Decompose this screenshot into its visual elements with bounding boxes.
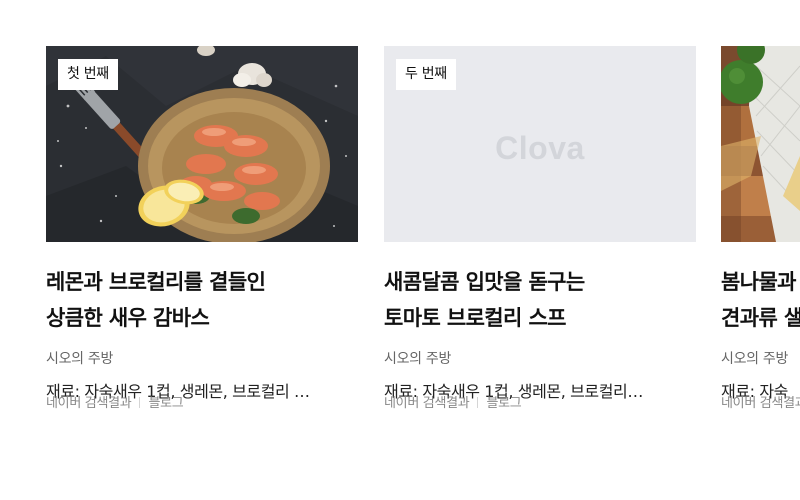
clova-logo: Clova (495, 130, 585, 166)
recipe-source[interactable]: 시오의 주방 (384, 350, 696, 368)
recipe-card-2[interactable]: Clova 두 번째 새콤달콤 입맛을 돋구는 토마토 브로컬리 스프 시오의 … (384, 46, 696, 403)
recipe-title-line[interactable]: 새콤달콤 입맛을 돋구는 (384, 264, 696, 300)
meta-divider (477, 397, 479, 408)
meta-type: 블로그 (148, 396, 184, 411)
card-3-meta: 네이버 검색결과 (721, 396, 800, 412)
meta-origin: 네이버 검색결과 (721, 396, 800, 411)
recipe-card-1[interactable]: 첫 번째 레몬과 브로컬리를 곁들인 상큼한 새우 감바스 시오의 주방 재료:… (46, 46, 358, 403)
card-1-meta: 네이버 검색결과 블로그 (46, 396, 184, 412)
rank-badge: 두 번째 (396, 59, 456, 90)
rank-badge: 첫 번째 (58, 59, 118, 90)
recipe-thumbnail-shrimp-gambas[interactable]: 첫 번째 (46, 46, 358, 242)
recipe-thumbnail-placeholder[interactable]: Clova 두 번째 (384, 46, 696, 242)
recipe-title-line[interactable]: 토마토 브로컬리 스프 (384, 300, 696, 336)
recipe-title[interactable]: 새콤달콤 입맛을 돋구는 토마토 브로컬리 스프 (384, 264, 696, 336)
card-2-meta: 네이버 검색결과 블로그 (384, 396, 522, 412)
recipe-thumbnail-salad[interactable] (721, 46, 800, 242)
recipe-source[interactable]: 시오의 주방 (721, 350, 800, 368)
recipe-card-3[interactable]: 봄나물과 견과류 샐 시오의 주방 재료: 자숙 (721, 46, 800, 403)
recipe-title[interactable]: 레몬과 브로컬리를 곁들인 상큼한 새우 감바스 (46, 264, 358, 336)
meta-origin: 네이버 검색결과 (384, 396, 470, 411)
salad-dish-image (721, 46, 800, 242)
recipe-title-line[interactable]: 상큼한 새우 감바스 (46, 300, 358, 336)
recipe-title-line[interactable]: 견과류 샐 (721, 300, 800, 336)
recipe-title-line[interactable]: 봄나물과 (721, 264, 800, 300)
recipe-source[interactable]: 시오의 주방 (46, 350, 358, 368)
recipe-carousel: 첫 번째 레몬과 브로컬리를 곁들인 상큼한 새우 감바스 시오의 주방 재료:… (0, 0, 800, 500)
meta-type: 블로그 (486, 396, 522, 411)
recipe-title-line[interactable]: 레몬과 브로컬리를 곁들인 (46, 264, 358, 300)
meta-origin: 네이버 검색결과 (46, 396, 132, 411)
recipe-title[interactable]: 봄나물과 견과류 샐 (721, 264, 800, 336)
meta-divider (139, 397, 141, 408)
